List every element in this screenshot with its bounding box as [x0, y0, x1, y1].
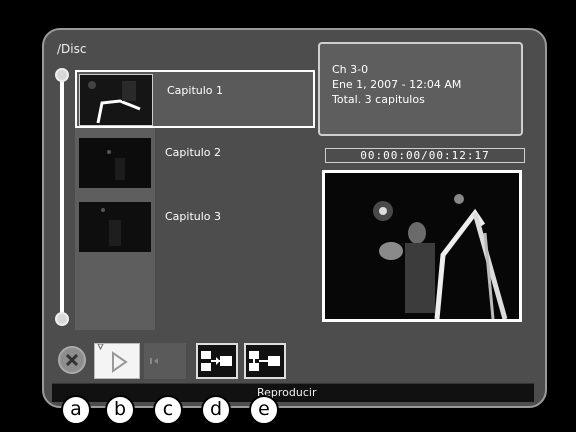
callout-d: d	[201, 395, 231, 425]
video-preview	[322, 170, 522, 322]
play-icon	[97, 344, 128, 373]
chapter-merge-icon	[249, 351, 280, 371]
chapter-count: Total. 3 capitulos	[332, 93, 425, 106]
callout-b: b	[105, 395, 135, 425]
chapter-label: Capitulo 3	[165, 210, 222, 223]
chapter-item-3[interactable]: Capitulo 3	[75, 198, 315, 256]
chapter-thumbnail	[79, 138, 151, 188]
chapter-label: Capitulo 2	[165, 146, 222, 159]
play-button[interactable]	[94, 343, 140, 379]
cancel-icon	[65, 353, 79, 367]
chapter-split-button[interactable]	[196, 343, 238, 379]
chapter-split-icon	[201, 351, 232, 371]
chapter-item-2[interactable]: Capitulo 2	[75, 134, 315, 192]
chapter-thumbnail	[79, 202, 151, 252]
rewind-icon	[150, 358, 158, 364]
timecode-display: 00:00:00/00:12:17	[325, 148, 525, 163]
scrollbar[interactable]	[60, 75, 64, 320]
scroll-up-button[interactable]	[55, 68, 69, 82]
disc-info-panel: Ch 3-0 Ene 1, 2007 - 12:04 AM Total. 3 c…	[318, 42, 523, 136]
callout-c: c	[153, 395, 183, 425]
chapter-label: Capitulo 1	[167, 84, 224, 97]
date-time: Ene 1, 2007 - 12:04 AM	[332, 78, 462, 91]
rewind-button[interactable]	[144, 343, 186, 379]
cancel-button[interactable]	[58, 346, 86, 374]
callout-a: a	[61, 395, 91, 425]
breadcrumb: /Disc	[57, 42, 87, 56]
chapter-thumbnail	[79, 74, 153, 126]
chapter-item-1[interactable]: Capitulo 1	[75, 70, 315, 128]
callout-e: e	[249, 395, 279, 425]
chapter-merge-button[interactable]	[244, 343, 286, 379]
scroll-down-button[interactable]	[55, 312, 69, 326]
chapter-id: Ch 3-0	[332, 63, 369, 76]
